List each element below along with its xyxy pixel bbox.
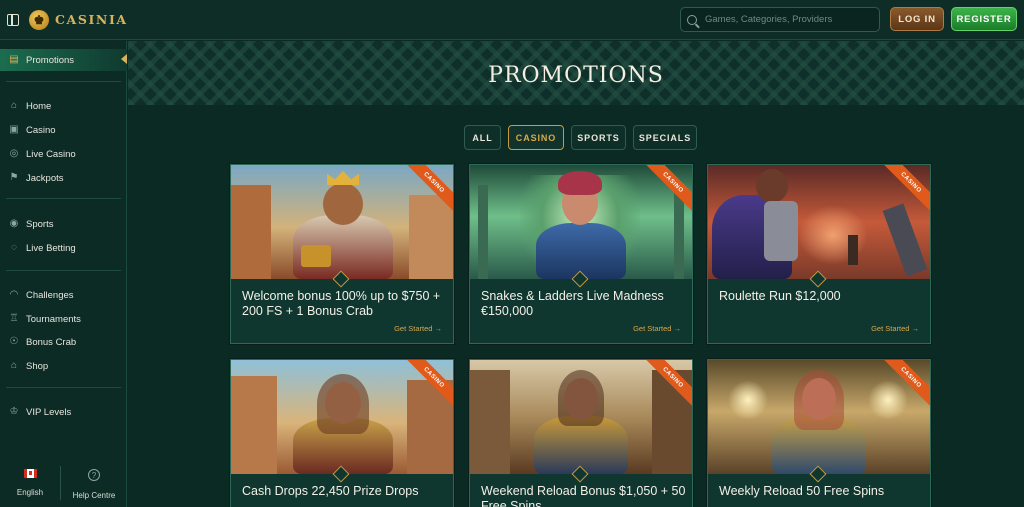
promo-card[interactable]: CASINO Weekend Reload Bonus $1,050 + 50 … <box>469 359 693 507</box>
sidebar-item-label: Live Casino <box>26 148 76 160</box>
sidebar-item-sports[interactable]: ◉ Sports <box>0 214 127 234</box>
crab-icon: ☉ <box>9 336 19 347</box>
sidebar-item-label: Home <box>26 100 52 112</box>
sidebar-item-tournaments[interactable]: ♖ Tournaments <box>0 309 127 329</box>
promotions-banner: PROMOTIONS <box>128 41 1024 105</box>
promo-card[interactable]: CASINO Cash Drops 22,450 Prize Drops <box>230 359 454 507</box>
get-started-link[interactable]: Get Started → <box>394 324 442 333</box>
sidebar-divider <box>6 81 121 82</box>
sidebar-item-vip-levels[interactable]: ♔ VIP Levels <box>0 402 127 422</box>
sidebar-item-label: Shop <box>26 360 49 372</box>
sidebar-item-jackpots[interactable]: ⚑ Jackpots <box>0 168 127 188</box>
get-started-link[interactable]: Get Started → <box>871 324 919 333</box>
sidebar-item-challenges[interactable]: ◠ Challenges <box>0 285 127 305</box>
language-selector[interactable]: English <box>0 461 60 507</box>
get-started-link[interactable]: Get Started → <box>633 324 681 333</box>
search-input[interactable] <box>705 14 875 25</box>
tab-all[interactable]: ALL <box>464 125 501 150</box>
promo-card-image: CASINO <box>231 360 453 474</box>
filter-tabs: ALL CASINO SPORTS SPECIALS <box>464 125 704 150</box>
logo[interactable]: ♚ CASINIA <box>29 9 128 30</box>
sidebar-item-label: Challenges <box>26 289 74 301</box>
tab-specials[interactable]: SPECIALS <box>633 125 697 150</box>
live-icon: ◌ <box>11 242 17 253</box>
promo-title: Weekend Reload Bonus $1,050 + 50 Free Sp… <box>481 484 686 507</box>
gift-icon: ▤ <box>9 54 19 65</box>
sidebar-divider <box>6 387 121 388</box>
sidebar-item-casino[interactable]: ▣ Casino <box>0 120 127 140</box>
sidebar-item-label: Jackpots <box>26 172 64 184</box>
canada-flag-icon <box>23 469 37 478</box>
language-label: English <box>16 488 44 497</box>
sidebar-toggle-icon[interactable] <box>7 13 19 26</box>
trophy-icon: ♖ <box>9 313 19 324</box>
logo-emblem-icon: ♚ <box>29 9 49 30</box>
sidebar-item-label: Sports <box>26 218 54 230</box>
promo-title: Roulette Run $12,000 <box>719 289 841 303</box>
pennant-icon: ⚑ <box>9 172 19 183</box>
search-box[interactable] <box>680 7 880 32</box>
promo-card-image: CASINO <box>470 360 692 474</box>
help-label: Help Centre <box>72 491 116 500</box>
promo-card[interactable]: CASINO Welcome bonus 100% up to $750 + 2… <box>230 164 454 344</box>
promo-card[interactable]: CASINO Roulette Run $12,000 Get Started … <box>707 164 931 344</box>
ball-icon: ◉ <box>9 218 19 229</box>
chip-icon: ◎ <box>9 148 19 159</box>
sidebar-item-shop[interactable]: ⌂ Shop <box>0 356 127 376</box>
search-icon <box>687 14 697 25</box>
sidebar-item-promotions[interactable]: ▤ Promotions <box>0 49 127 71</box>
sidebar-item-label: Casino <box>26 124 56 136</box>
sidebar-footer: English ? Help Centre <box>0 461 127 507</box>
register-button[interactable]: REGISTER <box>951 7 1017 31</box>
sidebar-item-label: VIP Levels <box>26 406 72 418</box>
sidebar-divider <box>6 198 121 199</box>
sidebar-item-label: Tournaments <box>26 313 81 325</box>
sidebar-item-live-casino[interactable]: ◎ Live Casino <box>0 144 127 164</box>
logo-text: CASINIA <box>55 12 128 27</box>
page-title: PROMOTIONS <box>488 63 664 88</box>
promo-card[interactable]: CASINO Weekly Reload 50 Free Spins <box>707 359 931 507</box>
top-bar: ♚ CASINIA LOG IN REGISTER <box>0 0 1024 40</box>
promo-card-image: CASINO <box>470 165 692 279</box>
sidebar-divider <box>6 270 121 271</box>
slot-icon: ▣ <box>9 124 19 135</box>
login-button[interactable]: LOG IN <box>890 7 944 31</box>
sidebar-item-home[interactable]: ⌂ Home <box>0 96 127 116</box>
sidebar-item-label: Bonus Crab <box>26 336 77 348</box>
help-icon: ? <box>88 469 100 481</box>
promo-title: Weekly Reload 50 Free Spins <box>719 484 885 498</box>
house-icon: ⌂ <box>10 100 18 111</box>
sidebar-item-label: Live Betting <box>26 242 76 254</box>
promo-title: Snakes & Ladders Live Madness €150,000 <box>481 289 664 318</box>
sidebar-item-label: Promotions <box>26 54 75 66</box>
tab-sports[interactable]: SPORTS <box>571 125 626 150</box>
tab-casino[interactable]: CASINO <box>508 125 564 150</box>
help-centre-link[interactable]: ? Help Centre <box>61 461 127 507</box>
shop-icon: ⌂ <box>10 360 18 371</box>
sidebar: ▤ Promotions ⌂ Home ▣ Casino ◎ Live Casi… <box>0 41 127 507</box>
crown-icon: ♔ <box>9 406 19 417</box>
promo-card-image: CASINO <box>708 165 930 279</box>
promo-card-image: CASINO <box>231 165 453 279</box>
sidebar-item-bonus-crab[interactable]: ☉ Bonus Crab <box>0 332 127 352</box>
promo-title: Cash Drops 22,450 Prize Drops <box>242 484 419 498</box>
promo-title: Welcome bonus 100% up to $750 + 200 FS +… <box>242 289 441 318</box>
challenge-icon: ◠ <box>9 289 19 300</box>
sidebar-item-live-betting[interactable]: ◌ Live Betting <box>0 238 127 258</box>
promo-card[interactable]: CASINO Snakes & Ladders Live Madness €15… <box>469 164 693 344</box>
sidebar-collapse-caret-icon[interactable] <box>121 54 127 64</box>
promo-card-image: CASINO <box>708 360 930 474</box>
